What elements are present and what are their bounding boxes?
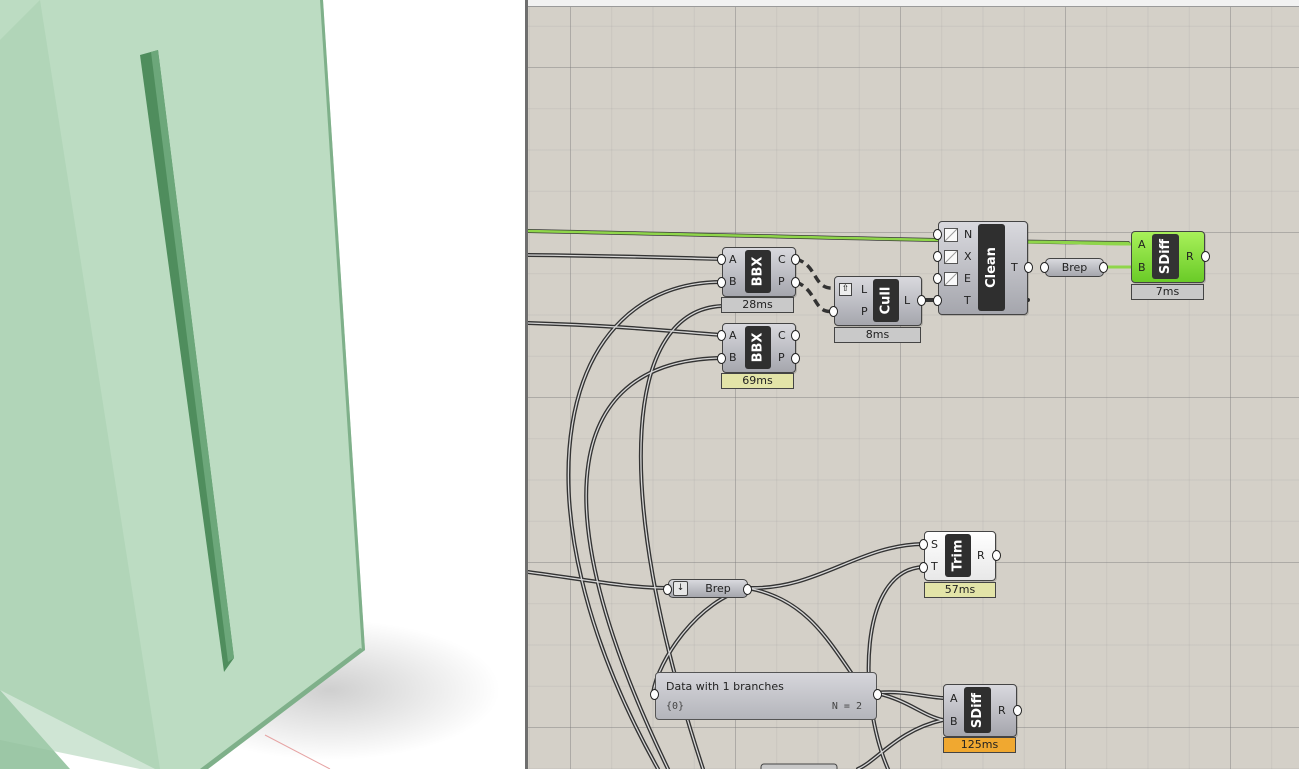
profiler-time: 125ms [943, 737, 1016, 753]
input-p: P [861, 305, 868, 318]
component-nickname: SDiff [1152, 234, 1179, 279]
input-b: B [729, 275, 737, 288]
input-b: B [950, 715, 958, 728]
input-a: A [729, 253, 737, 266]
wire-7 [746, 542, 925, 591]
output-r: R [977, 549, 985, 562]
rhino-viewport[interactable] [0, 0, 527, 769]
profiler-time: 8ms [834, 327, 921, 343]
input-t: T [931, 560, 938, 573]
profiler-time: 7ms [1131, 284, 1204, 300]
input-grip[interactable] [717, 353, 726, 364]
output-grip[interactable] [1201, 251, 1210, 262]
input-a: A [950, 692, 958, 705]
component-nickname: Cull [873, 279, 899, 322]
component-nickname: BBX [745, 326, 771, 369]
output-r: R [1186, 250, 1194, 263]
input-s: S [931, 538, 938, 551]
input-grip[interactable] [717, 330, 726, 341]
sdiff-component-1[interactable]: A B SDiff R [1131, 231, 1205, 283]
input-grip[interactable] [663, 584, 672, 595]
clean-component[interactable]: N X E T Clean T [938, 221, 1028, 315]
output-r: R [998, 704, 1006, 717]
input-grip[interactable] [933, 229, 942, 240]
trim-component[interactable]: S T Trim R [924, 531, 996, 581]
output-grip[interactable] [743, 584, 752, 595]
input-a: A [1138, 238, 1146, 251]
param-label: Brep [1061, 261, 1088, 274]
component-nickname: BBX [745, 250, 771, 293]
toggle-checkbox[interactable] [944, 250, 958, 264]
input-l: L [861, 283, 868, 296]
component-nickname: Trim [945, 534, 971, 577]
output-grip[interactable] [917, 295, 926, 306]
brep-param-1[interactable]: Brep [1045, 258, 1104, 277]
input-grip[interactable] [829, 306, 838, 317]
input-grip[interactable] [933, 251, 942, 262]
output-l: L [904, 294, 911, 307]
input-grip[interactable] [717, 254, 726, 265]
toggle-checkbox[interactable] [944, 272, 958, 286]
output-p: P [778, 275, 785, 288]
data-panel[interactable]: Data with 1 branches {0} N = 2 [655, 672, 877, 720]
output-grip[interactable] [791, 254, 800, 265]
component-nickname: Clean [978, 224, 1005, 311]
sdiff-component-2[interactable]: A B SDiff R [943, 684, 1017, 737]
brep-param-2[interactable]: ↓ Brep [668, 579, 748, 598]
input-t: T [964, 294, 971, 307]
partial-component-bottom [760, 763, 838, 769]
output-grip[interactable] [791, 277, 800, 288]
flatten-icon: ↓ [673, 581, 688, 596]
cull-component[interactable]: ⇧ L P Cull L [834, 276, 922, 326]
profiler-time: 57ms [924, 582, 996, 598]
input-grip[interactable] [650, 689, 659, 700]
wire-10 [866, 565, 925, 769]
output-grip[interactable] [873, 689, 882, 700]
wire-layer [528, 229, 1133, 769]
panel-path: {0} [666, 701, 685, 712]
input-grip[interactable] [717, 277, 726, 288]
bbx-component-1[interactable]: A B BBX C P [722, 247, 796, 297]
input-x: X [964, 250, 972, 263]
input-b: B [729, 351, 737, 364]
output-grip[interactable] [1099, 262, 1108, 273]
output-c: C [778, 253, 786, 266]
output-grip[interactable] [1013, 705, 1022, 716]
toggle-checkbox[interactable] [944, 228, 958, 242]
input-grip[interactable] [933, 273, 942, 284]
output-grip[interactable] [992, 550, 1001, 561]
panel-count: N = 2 [831, 701, 862, 712]
output-grip[interactable] [791, 330, 800, 341]
bbx-component-2[interactable]: A B BBX C P [722, 323, 796, 373]
input-n: N [964, 228, 973, 241]
input-b: B [1138, 261, 1146, 274]
grasshopper-canvas[interactable]: A B BBX C P 28ms A B BBX C P 69ms ⇧ L P … [528, 0, 1299, 769]
profiler-time: 28ms [721, 297, 794, 313]
output-grip[interactable] [791, 353, 800, 364]
input-grip[interactable] [919, 562, 928, 573]
input-a: A [729, 329, 737, 342]
input-grip[interactable] [933, 295, 942, 306]
viewport-geometry [0, 0, 500, 769]
input-e: E [964, 272, 971, 285]
output-c: C [778, 329, 786, 342]
param-label: Brep [705, 582, 731, 595]
input-grip[interactable] [919, 539, 928, 550]
component-nickname: SDiff [964, 687, 991, 733]
output-t: T [1011, 261, 1018, 274]
output-p: P [778, 351, 785, 364]
profiler-time: 69ms [721, 373, 794, 389]
invert-icon: ⇧ [839, 283, 852, 296]
input-grip[interactable] [1040, 262, 1049, 273]
output-grip[interactable] [1024, 262, 1033, 273]
panel-title: Data with 1 branches [666, 680, 784, 693]
